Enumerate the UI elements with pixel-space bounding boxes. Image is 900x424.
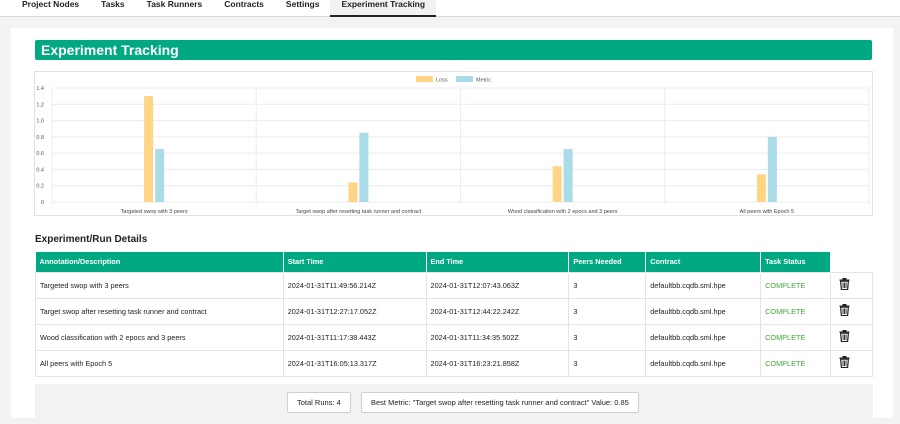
x-tick-label: Targeted swop with 3 peers [121, 209, 188, 215]
bar-metric [563, 149, 573, 202]
tab-experiment-tracking[interactable]: Experiment Tracking [330, 0, 437, 17]
row-end-time: 2024-01-31T12:44:22.242Z [425, 297, 570, 325]
row-start-time: 2024-01-31T12:27:17.052Z [282, 297, 427, 325]
page-title: Experiment Tracking [35, 40, 872, 60]
legend-swatch-loss [416, 76, 433, 82]
row-contract: defaultbb.cqdb.sml.hpe [645, 323, 762, 351]
tab-contracts[interactable]: Contracts [213, 0, 275, 16]
trash-icon[interactable] [839, 304, 850, 317]
tab-settings[interactable]: Settings [275, 0, 331, 16]
row-task-status: COMPLETE [760, 349, 832, 377]
experiment-card: Experiment Tracking 0 0.2 0.4 0.6 0.8 1.0 1.2 1… [11, 28, 893, 424]
y-tick-label: 0.2 [36, 184, 44, 190]
y-tick-label: 1.4 [36, 86, 44, 92]
row-contract: defaultbb.cqdb.sml.hpe [645, 349, 762, 377]
table-row: Target swop after resetting task runner … [35, 297, 873, 325]
bar-metric [155, 149, 165, 202]
top-tab-bar: Project Nodes Tasks Task Runners Contrac… [0, 0, 900, 17]
col-task-status: Task Status [760, 252, 832, 272]
row-start-time: 2024-01-31T11:49:56.214Z [282, 271, 427, 299]
tab-tasks[interactable]: Tasks [90, 0, 135, 16]
table-row: Wood classification with 2 epocs and 3 p… [35, 323, 873, 351]
bar-metric [767, 136, 777, 202]
row-actions [830, 297, 873, 325]
row-description: Wood classification with 2 epocs and 3 p… [35, 323, 284, 351]
legend-label: Loss [436, 78, 448, 84]
row-actions [830, 323, 873, 351]
y-tick-label: 0.6 [36, 151, 44, 157]
row-task-status: COMPLETE [760, 323, 832, 351]
table-row: Targeted swop with 3 peers 2024-01-31T11:… [35, 271, 873, 299]
row-end-time: 2024-01-31T16:23:21.858Z [425, 349, 570, 377]
row-description: All peers with Epoch 5 [35, 349, 284, 377]
row-start-time: 2024-01-31T11:17:38.443Z [282, 323, 427, 351]
row-start-time: 2024-01-31T16:05:13.317Z [282, 349, 427, 377]
details-title: Experiment/Run Details [35, 234, 148, 245]
bar-metric [359, 132, 369, 202]
row-peers-needed: 3 [568, 323, 647, 351]
experiment-bar-chart: 0 0.2 0.4 0.6 0.8 1.0 1.2 1.4 Targeted swop with… [34, 71, 873, 216]
y-tick-label: 0.4 [36, 167, 44, 173]
summary-footer: Total Runs: 4 Best Metric: "Target swop … [35, 384, 873, 424]
tab-project-nodes[interactable]: Project Nodes [0, 0, 90, 16]
total-runs-badge: Total Runs: 4 [287, 392, 351, 413]
bar-loss [552, 166, 562, 202]
table-header-row: Annotation/Description Start Time End Ti… [35, 252, 873, 272]
legend-swatch-metric [456, 76, 473, 82]
y-tick-label: 0.8 [36, 135, 44, 141]
x-tick-label: Wood classification with 2 epocs and 3 p… [508, 209, 618, 215]
row-description: Targeted swop with 3 peers [35, 271, 284, 299]
x-tick-label: Target swop after resetting task runner … [296, 209, 422, 215]
row-end-time: 2024-01-31T12:07:43.063Z [425, 271, 570, 299]
bar-loss [756, 174, 766, 202]
row-task-status: COMPLETE [760, 271, 832, 299]
col-peers-needed: Peers Needed [568, 252, 647, 272]
trash-icon[interactable] [839, 356, 850, 369]
runs-table: Annotation/Description Start Time End Ti… [35, 252, 873, 377]
row-peers-needed: 3 [568, 349, 647, 377]
row-end-time: 2024-01-31T11:34:35.502Z [425, 323, 570, 351]
col-contract: Contract [645, 252, 762, 272]
x-tick-label: All peers with Epoch 5 [740, 209, 794, 215]
chart-canvas: 0 0.2 0.4 0.6 0.8 1.0 1.2 1.4 Targeted swop with… [36, 76, 870, 215]
row-peers-needed: 3 [568, 271, 647, 299]
col-description: Annotation/Description [35, 252, 284, 272]
trash-icon[interactable] [839, 278, 850, 291]
row-description: Target swop after resetting task runner … [35, 297, 284, 325]
y-tick-label: 0 [41, 200, 44, 206]
col-start-time: Start Time [283, 252, 427, 272]
col-end-time: End Time [426, 252, 570, 272]
bar-loss [144, 96, 154, 202]
y-tick-label: 1.0 [36, 119, 44, 125]
y-tick-label: 1.2 [36, 102, 44, 108]
row-contract: defaultbb.cqdb.sml.hpe [645, 271, 762, 299]
col-actions [830, 252, 873, 272]
bar-loss [348, 182, 358, 202]
best-metric-badge: Best Metric: "Target swop after resettin… [361, 392, 639, 413]
row-peers-needed: 3 [568, 297, 647, 325]
row-actions [830, 349, 873, 377]
trash-icon[interactable] [839, 330, 850, 343]
tab-task-runners[interactable]: Task Runners [136, 0, 214, 16]
legend-label: Metric [476, 78, 491, 84]
row-contract: defaultbb.cqdb.sml.hpe [645, 297, 762, 325]
row-actions [830, 271, 873, 299]
table-row: All peers with Epoch 5 2024-01-31T16:05:1… [35, 349, 873, 377]
row-task-status: COMPLETE [760, 297, 832, 325]
